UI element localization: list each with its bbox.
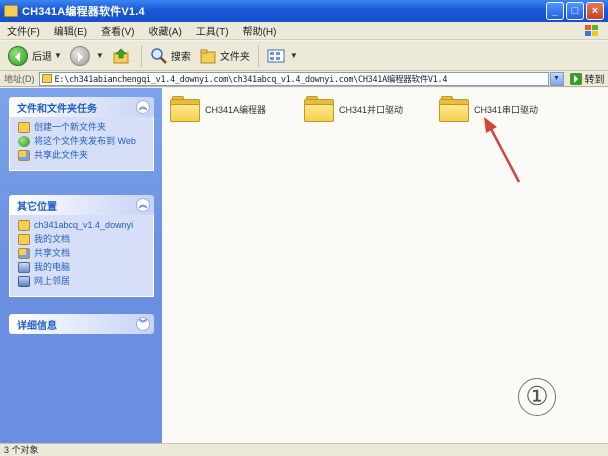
status-bar: 3 个对象	[0, 443, 608, 456]
step-number-marker: ①	[518, 378, 556, 416]
annotation-arrow-icon	[484, 117, 521, 183]
status-text: 3 个对象	[4, 445, 39, 455]
